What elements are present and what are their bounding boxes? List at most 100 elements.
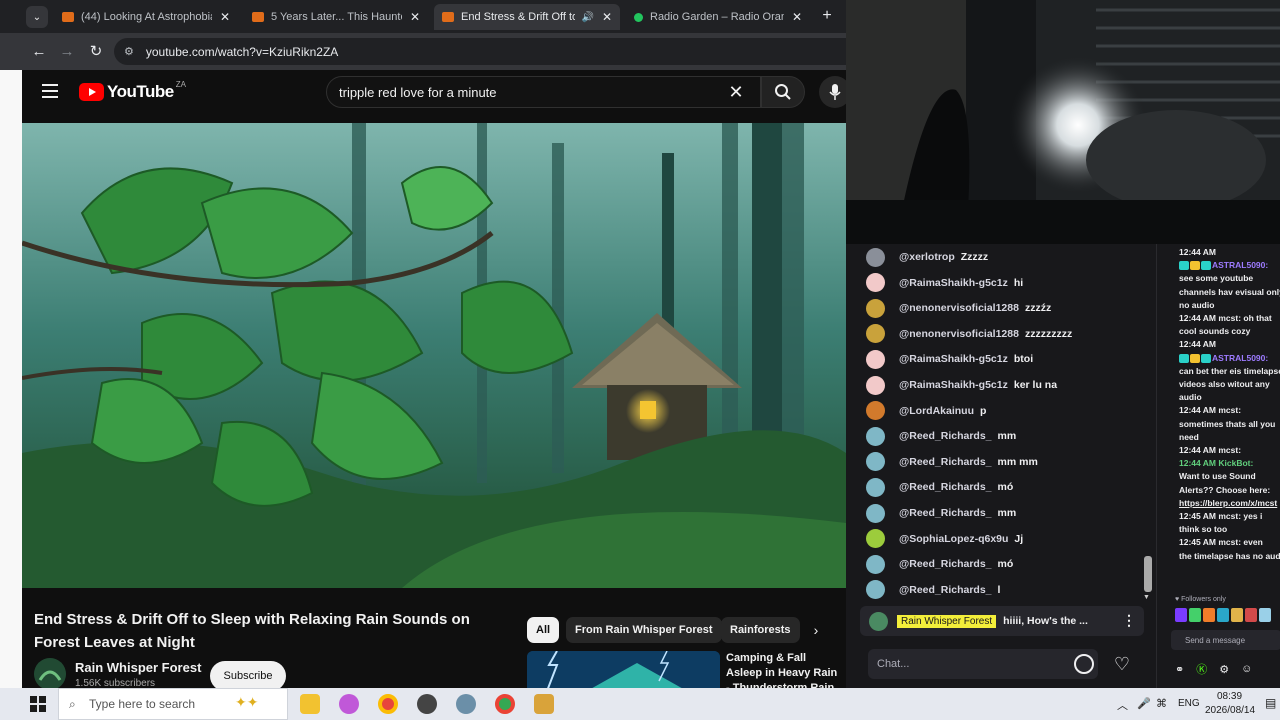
user-icon[interactable]: ☺	[1241, 663, 1252, 675]
side-chat-line[interactable]: https://blerp.com/x/mcst	[1179, 497, 1280, 510]
chrome-icon[interactable]	[378, 694, 398, 714]
avatar[interactable]	[866, 529, 885, 549]
channel-avatar[interactable]	[34, 658, 66, 688]
avatar[interactable]	[866, 426, 885, 446]
menu-icon[interactable]	[42, 84, 58, 98]
kick-icon[interactable]: Ⓚ	[1196, 661, 1207, 677]
video-player[interactable]	[22, 123, 846, 588]
chip-from-channel[interactable]: From Rain Whisper Forest	[566, 617, 722, 643]
emote-icon[interactable]	[1231, 608, 1243, 622]
microphone-icon[interactable]: 🎤	[1137, 697, 1151, 710]
search-button[interactable]	[761, 76, 805, 108]
channel-name[interactable]: Rain Whisper Forest	[75, 660, 201, 675]
chat-username[interactable]: @Reed_Richards_	[899, 558, 992, 570]
chat-username[interactable]: @Reed_Richards_	[899, 507, 992, 519]
emoji-icon[interactable]	[1074, 654, 1094, 674]
notifications-icon[interactable]: ▤	[1265, 696, 1276, 710]
chat-username[interactable]: @xerlotrop	[899, 251, 955, 263]
clock-time[interactable]: 08:39	[1217, 691, 1242, 702]
avatar[interactable]	[866, 554, 885, 574]
avatar[interactable]	[866, 247, 885, 267]
recommendation-thumbnail[interactable]	[527, 651, 720, 688]
heart-icon[interactable]: ♡	[1109, 651, 1135, 677]
language-indicator[interactable]: ENG	[1178, 698, 1200, 709]
settings-icon[interactable]: ⚙	[1219, 663, 1229, 676]
avatar[interactable]	[866, 273, 885, 293]
side-chat-text: ASTRAL5090:	[1212, 352, 1269, 363]
chat-scrollbar[interactable]	[1144, 556, 1152, 592]
tab-radio-garden[interactable]: Radio Garden – Radio Orania 9 ✕	[626, 4, 810, 30]
scroll-down-icon[interactable]: ▼	[1143, 594, 1150, 601]
close-tab-icon[interactable]: ✕	[410, 10, 420, 24]
emote-icon[interactable]	[1203, 608, 1215, 622]
avatar[interactable]	[866, 580, 885, 600]
more-vertical-icon[interactable]: ⋮	[1122, 612, 1136, 629]
obs-icon[interactable]	[417, 694, 437, 714]
tab-astrophobia[interactable]: (44) Looking At Astrophobia Im ✕	[54, 4, 238, 30]
back-button[interactable]: ←	[29, 41, 49, 61]
chrome-profile-icon[interactable]	[495, 694, 515, 714]
file-explorer-icon[interactable]	[300, 694, 320, 714]
emote-icon[interactable]	[1189, 608, 1201, 622]
recommendation-title[interactable]: Camping & Fall Asleep in Heavy Rain - Th…	[726, 651, 838, 688]
tab-end-stress[interactable]: End Stress & Drift Off to Sle 🔊 ✕	[434, 4, 620, 30]
send-message-input[interactable]: Send a message	[1171, 630, 1280, 650]
voice-search-button[interactable]	[819, 76, 846, 108]
snipping-tool-icon[interactable]	[456, 694, 476, 714]
taskbar-search-input[interactable]: ⌕ Type here to search ✦✦	[58, 688, 288, 720]
avatar[interactable]	[866, 349, 885, 369]
emote-icon[interactable]	[1217, 608, 1229, 622]
chat-username[interactable]: @RaimaShaikh-g5c1z	[899, 353, 1008, 365]
speaker-icon[interactable]: 🔊	[581, 12, 593, 23]
chat-message-list: @xerlotrop Zzzzz @RaimaShaikh-g5c1z hi @neno…	[846, 244, 1156, 604]
taskbar-search-placeholder: Type here to search	[89, 697, 196, 711]
chat-username[interactable]: @Reed_Richards_	[899, 481, 992, 493]
chat-username[interactable]: @nenonervisoficial1288	[899, 328, 1019, 340]
gift-icon[interactable]: ⚭	[1175, 663, 1184, 676]
tab-search-button[interactable]: ⌄	[26, 6, 48, 28]
close-tab-icon[interactable]: ✕	[792, 10, 802, 24]
chat-username[interactable]: @RaimaShaikh-g5c1z	[899, 277, 1008, 289]
close-tab-icon[interactable]: ✕	[602, 10, 612, 24]
clear-search-button[interactable]: ✕	[724, 80, 748, 104]
emote-icon[interactable]	[1245, 608, 1257, 622]
game-app-icon[interactable]	[534, 694, 554, 714]
subscribe-button[interactable]: Subscribe	[210, 661, 286, 688]
close-tab-icon[interactable]: ✕	[220, 10, 230, 24]
avatar[interactable]	[866, 477, 885, 497]
chat-username[interactable]: @Reed_Richards_	[899, 456, 992, 468]
chip-rainforests[interactable]: Rainforests	[721, 617, 800, 643]
chat-input[interactable]: Chat...	[868, 649, 1098, 679]
chat-username[interactable]: @LordAkainuu	[899, 405, 974, 417]
emote-bar[interactable]	[1175, 608, 1280, 624]
chip-all[interactable]: All	[527, 617, 560, 643]
show-hidden-icons-icon[interactable]: ︿	[1117, 697, 1128, 713]
emote-icon[interactable]	[1175, 608, 1187, 622]
chat-username[interactable]: @Reed_Richards_	[899, 430, 992, 442]
avatar[interactable]	[866, 401, 885, 421]
avatar[interactable]	[866, 452, 885, 472]
windows-start-icon[interactable]	[30, 696, 46, 712]
pinned-message[interactable]: Rain Whisper Forest hiiii, How's the ...…	[860, 606, 1144, 636]
chat-username[interactable]: @RaimaShaikh-g5c1z	[899, 379, 1008, 391]
avatar[interactable]	[866, 298, 885, 318]
address-bar[interactable]: ⚙ youtube.com/watch?v=KziuRikn2ZA	[114, 38, 846, 65]
network-icon[interactable]: ⌘	[1156, 697, 1167, 710]
chips-next-button[interactable]: ›	[806, 619, 826, 641]
avatar[interactable]	[866, 503, 885, 523]
tab-haunted[interactable]: 5 Years Later... This Haunted Ca ✕	[244, 4, 428, 30]
forward-button[interactable]: →	[57, 41, 77, 61]
youtube-logo[interactable]: YouTube ZA	[79, 80, 186, 102]
chat-username[interactable]: @Reed_Richards_	[899, 584, 992, 596]
clock-date[interactable]: 2026/08/14	[1205, 705, 1255, 716]
copilot-icon[interactable]	[339, 694, 359, 714]
reload-button[interactable]: ↻	[86, 41, 106, 61]
chat-username[interactable]: @SophiaLopez-q6x9u	[899, 533, 1008, 545]
avatar[interactable]	[866, 375, 885, 395]
site-info-icon[interactable]: ⚙	[124, 45, 134, 58]
chat-username[interactable]: @nenonervisoficial1288	[899, 302, 1019, 314]
search-input[interactable]: tripple red love for a minute	[326, 76, 761, 108]
avatar[interactable]	[866, 324, 885, 344]
new-tab-button[interactable]: +	[818, 6, 836, 26]
emote-icon[interactable]	[1259, 608, 1271, 622]
